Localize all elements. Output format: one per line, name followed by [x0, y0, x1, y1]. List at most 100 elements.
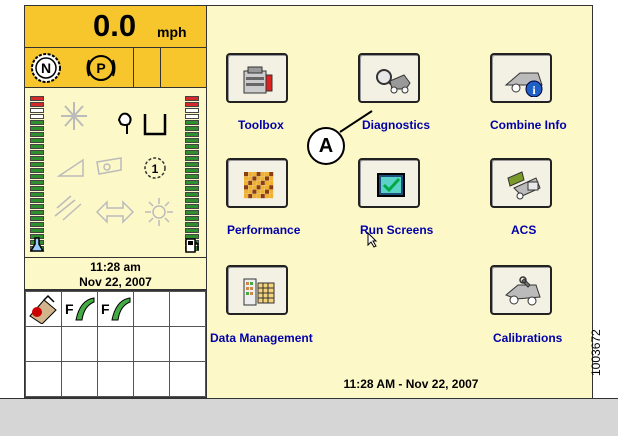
grid-cell[interactable]: [97, 361, 134, 397]
clock: 11:28 am Nov 22, 2007: [25, 258, 206, 290]
performance-grid-cell: [260, 180, 265, 185]
toolbox-button[interactable]: [226, 53, 288, 103]
performance-grid-cell: [244, 185, 248, 190]
performance-button[interactable]: [226, 158, 288, 208]
grid-cell[interactable]: [61, 361, 98, 397]
level-segment: [185, 156, 199, 161]
grid-cell[interactable]: [61, 326, 98, 362]
diagnostics-button[interactable]: [358, 53, 420, 103]
speed-display: 0.0 mph: [25, 6, 206, 48]
grid-cell[interactable]: F: [61, 291, 98, 327]
slope-icon: [56, 158, 84, 177]
speed-unit: mph: [157, 24, 187, 40]
grid-cell[interactable]: F: [97, 291, 134, 327]
gauge-area: 1: [25, 88, 206, 258]
performance-grid-cell: [244, 176, 248, 181]
cursor-icon: [367, 232, 377, 248]
level-segment: [185, 162, 199, 167]
performance-grid-cell: [252, 194, 257, 199]
level-segment: [185, 126, 199, 131]
clock-date: Nov 22, 2007: [79, 275, 152, 289]
grid-cell[interactable]: [169, 361, 206, 397]
toolbox-icon: [243, 66, 273, 94]
level-segment: [185, 174, 199, 179]
right-level-bar: [185, 96, 201, 254]
calibrations-label[interactable]: Calibrations: [493, 331, 562, 345]
display-screen: 0.0 mph N P 1 11:28 am Nov 22, 2007 F F …: [0, 0, 618, 436]
level-segment: [30, 120, 44, 125]
level-segment: [30, 132, 44, 137]
level-segment: [185, 108, 199, 113]
data-management-button[interactable]: [226, 265, 288, 315]
level-segment: [185, 102, 199, 107]
level-segment: [185, 198, 199, 203]
status-panel: 0.0 mph N P 1 11:28 am Nov 22, 2007: [24, 5, 207, 290]
fault-tab-label: F: [65, 301, 74, 317]
performance-grid-cell: [248, 180, 253, 185]
level-segment: [30, 126, 44, 131]
level-segment: [185, 114, 199, 119]
grid-cell[interactable]: [97, 326, 134, 362]
rotor-icon: 1: [144, 157, 166, 179]
acs-button[interactable]: [490, 158, 552, 208]
performance-grid-cell: [265, 185, 269, 190]
level-segment: [30, 216, 44, 221]
rotor-digit: 1: [152, 162, 159, 176]
turn-signal-icon: [95, 200, 135, 224]
performance-label[interactable]: Performance: [227, 223, 300, 237]
level-segment: [185, 222, 199, 227]
performance-grid-cell: [248, 172, 253, 177]
level-segment: [30, 150, 44, 155]
acs-icon: [507, 171, 541, 200]
combine-info-icon: i: [504, 72, 543, 97]
level-segment: [30, 180, 44, 185]
grid-cell[interactable]: [169, 291, 206, 327]
left-level-bar: [30, 96, 46, 254]
performance-grid-cell: [269, 172, 274, 177]
status-grid: F F: [24, 290, 207, 398]
performance-grid-cell: [265, 180, 269, 185]
performance-grid-cell: [252, 189, 257, 194]
grid-cell[interactable]: [133, 361, 170, 397]
grid-cell[interactable]: [169, 326, 206, 362]
diagnostics-label[interactable]: Diagnostics: [362, 118, 430, 132]
fuel-icon: [185, 238, 199, 253]
level-segment: [185, 204, 199, 209]
grid-cell[interactable]: [133, 291, 170, 327]
run-screens-button[interactable]: [358, 158, 420, 208]
data-management-label[interactable]: Data Management: [210, 331, 313, 345]
unload-tube-icon: [117, 112, 167, 136]
performance-grid-cell: [256, 176, 261, 181]
data-management-icon: [243, 278, 275, 306]
grid-cell[interactable]: [25, 361, 62, 397]
level-segment: [30, 144, 44, 149]
combine-info-button[interactable]: i: [490, 53, 552, 103]
performance-grid-cell: [269, 185, 274, 190]
callout-a: A: [307, 127, 345, 165]
performance-grid-cell: [244, 172, 248, 177]
combine-info-label[interactable]: Combine Info: [490, 118, 567, 132]
level-segment: [185, 120, 199, 125]
toolbox-label[interactable]: Toolbox: [238, 118, 284, 132]
calibrations-button[interactable]: [490, 265, 552, 315]
spray-icon: [54, 195, 82, 221]
performance-grid-cell: [265, 176, 269, 181]
level-segment: [185, 168, 199, 173]
performance-grid-cell: [260, 194, 265, 199]
grid-cell[interactable]: [25, 326, 62, 362]
grid-cell[interactable]: [133, 326, 170, 362]
level-segment: [30, 114, 44, 119]
performance-grid-cell: [265, 194, 269, 199]
level-segment: [185, 132, 199, 137]
performance-grid-cell: [269, 180, 274, 185]
level-segment: [30, 204, 44, 209]
performance-grid-cell: [256, 194, 261, 199]
run-screens-icon: [377, 173, 405, 197]
performance-grid-cell: [252, 172, 257, 177]
calibrations-icon: [505, 276, 541, 306]
grid-cell[interactable]: [25, 291, 62, 327]
acs-label[interactable]: ACS: [511, 223, 536, 237]
performance-grid-cell: [244, 194, 248, 199]
level-segment: [30, 222, 44, 227]
performance-grid-cell: [260, 185, 265, 190]
